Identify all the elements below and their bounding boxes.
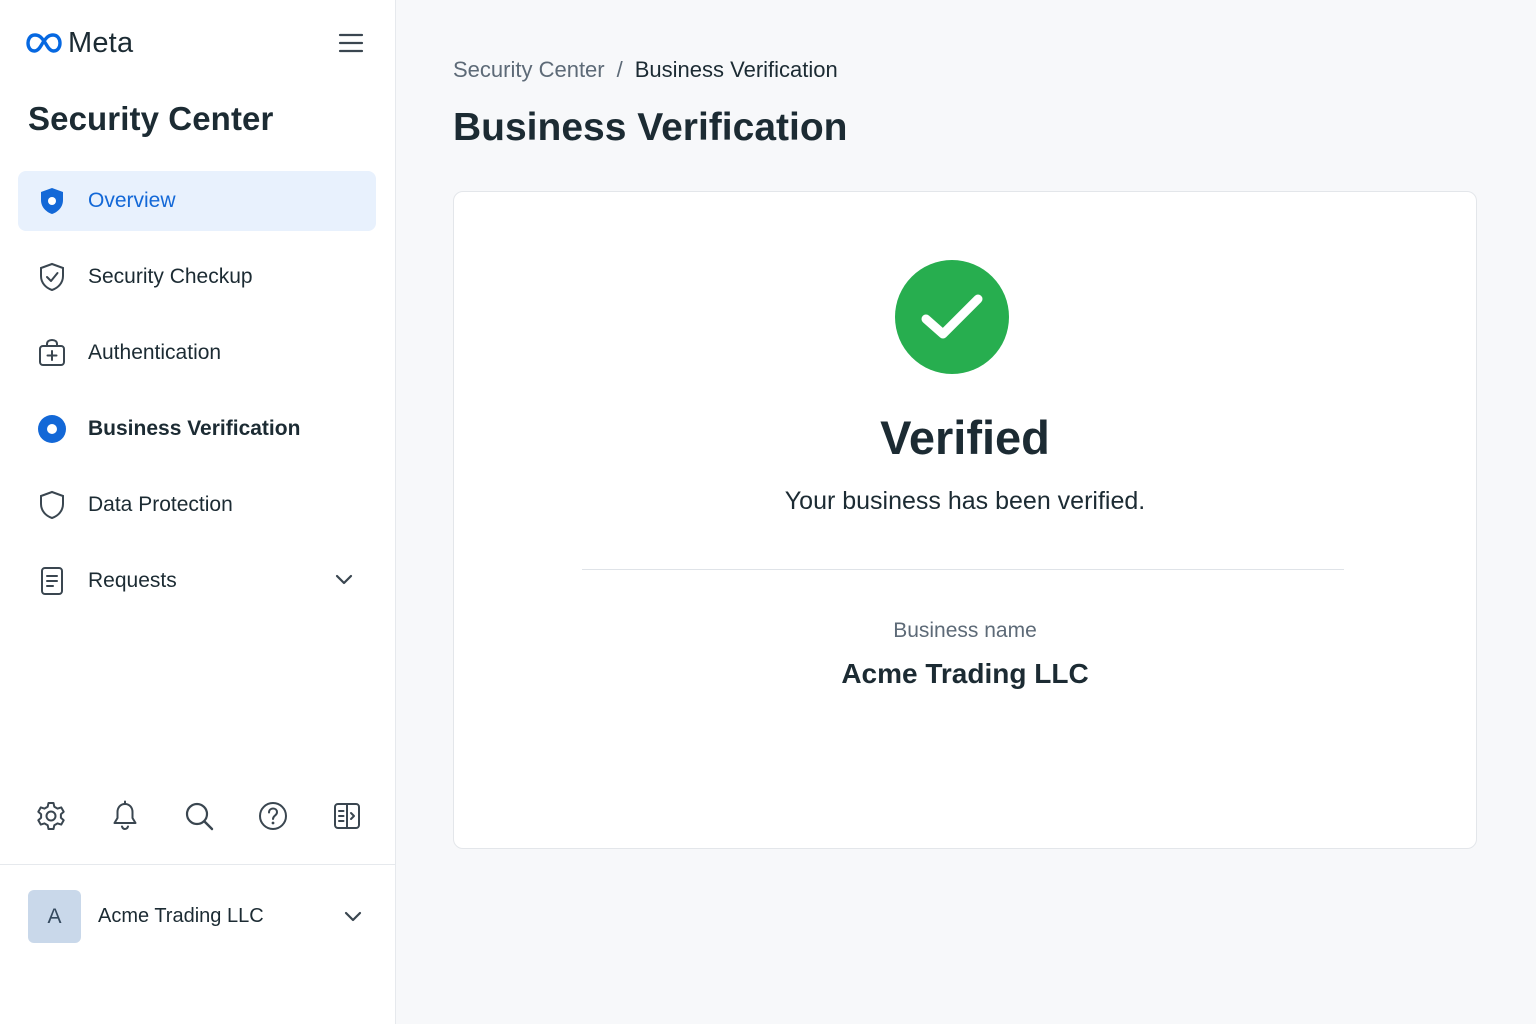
- chevron-down-icon: [343, 906, 363, 933]
- search-button[interactable]: [182, 799, 216, 833]
- verification-card: Verified Your business has been verified…: [453, 191, 1477, 849]
- status-title: Verified: [880, 411, 1050, 464]
- help-button[interactable]: [256, 799, 290, 833]
- sidebar-item-business-verification[interactable]: Business Verification: [18, 399, 376, 459]
- hamburger-menu-button[interactable]: [336, 28, 366, 58]
- sidebar-item-data-protection[interactable]: Data Protection: [18, 475, 376, 535]
- panel-toggle-icon: [334, 803, 360, 829]
- sidebar-item-label: Requests: [88, 569, 177, 592]
- sidebar-item-authentication[interactable]: Authentication: [18, 323, 376, 383]
- breadcrumb-separator: /: [616, 57, 623, 82]
- business-name-value: Acme Trading LLC: [841, 658, 1089, 689]
- business-name-label: Business name: [893, 619, 1037, 642]
- chevron-down-icon[interactable]: [334, 569, 354, 596]
- sidebar-item-label: Authentication: [88, 341, 222, 364]
- account-name: Acme Trading LLC: [98, 905, 264, 927]
- brand-logo[interactable]: Meta: [26, 26, 133, 60]
- sidebar-item-overview[interactable]: Overview: [18, 171, 376, 231]
- radio-dot-icon: [36, 413, 68, 445]
- sidebar-item-label: Data Protection: [88, 493, 233, 516]
- shield-outline-icon: [36, 489, 68, 521]
- gear-icon: [37, 802, 65, 830]
- brand-name: Meta: [68, 26, 134, 59]
- sidebar-item-label: Business Verification: [88, 417, 301, 440]
- help-icon: [259, 802, 287, 830]
- sidebar: Meta Security Center Overview Security C…: [0, 0, 396, 1024]
- lock-badge-icon: [36, 337, 68, 369]
- panel-toggle-button[interactable]: [330, 799, 364, 833]
- card-divider: [582, 569, 1344, 570]
- meta-infinity-logo-icon: [26, 33, 62, 53]
- breadcrumb-parent-link[interactable]: Security Center: [453, 57, 605, 83]
- sidebar-nav: Overview Security Checkup Authentication…: [18, 171, 376, 627]
- main-content: Security Center / Business Verification …: [396, 0, 1536, 1024]
- settings-button[interactable]: [34, 799, 68, 833]
- sidebar-title: Security Center: [28, 100, 274, 137]
- document-icon: [36, 565, 68, 597]
- sidebar-item-security-checkup[interactable]: Security Checkup: [18, 247, 376, 307]
- sidebar-toolbar: [34, 799, 364, 833]
- account-switcher[interactable]: A Acme Trading LLC: [0, 864, 395, 968]
- breadcrumb: Security Center / Business Verification: [453, 57, 838, 83]
- avatar: A: [28, 890, 81, 943]
- bell-icon: [113, 800, 137, 831]
- shield-icon: [36, 185, 68, 217]
- sidebar-item-label: Security Checkup: [88, 265, 253, 288]
- app-root: Meta Security Center Overview Security C…: [0, 0, 1536, 1024]
- sidebar-item-requests[interactable]: Requests: [18, 551, 376, 611]
- shield-check-icon: [36, 261, 68, 293]
- hamburger-icon: [338, 33, 364, 53]
- search-icon: [185, 802, 214, 831]
- page-title: Business Verification: [453, 106, 848, 149]
- sidebar-item-label: Overview: [88, 189, 176, 212]
- check-circle-icon: [895, 260, 1009, 374]
- status-message: Your business has been verified.: [784, 487, 1146, 515]
- notifications-button[interactable]: [108, 799, 142, 833]
- breadcrumb-current: Business Verification: [634, 57, 838, 82]
